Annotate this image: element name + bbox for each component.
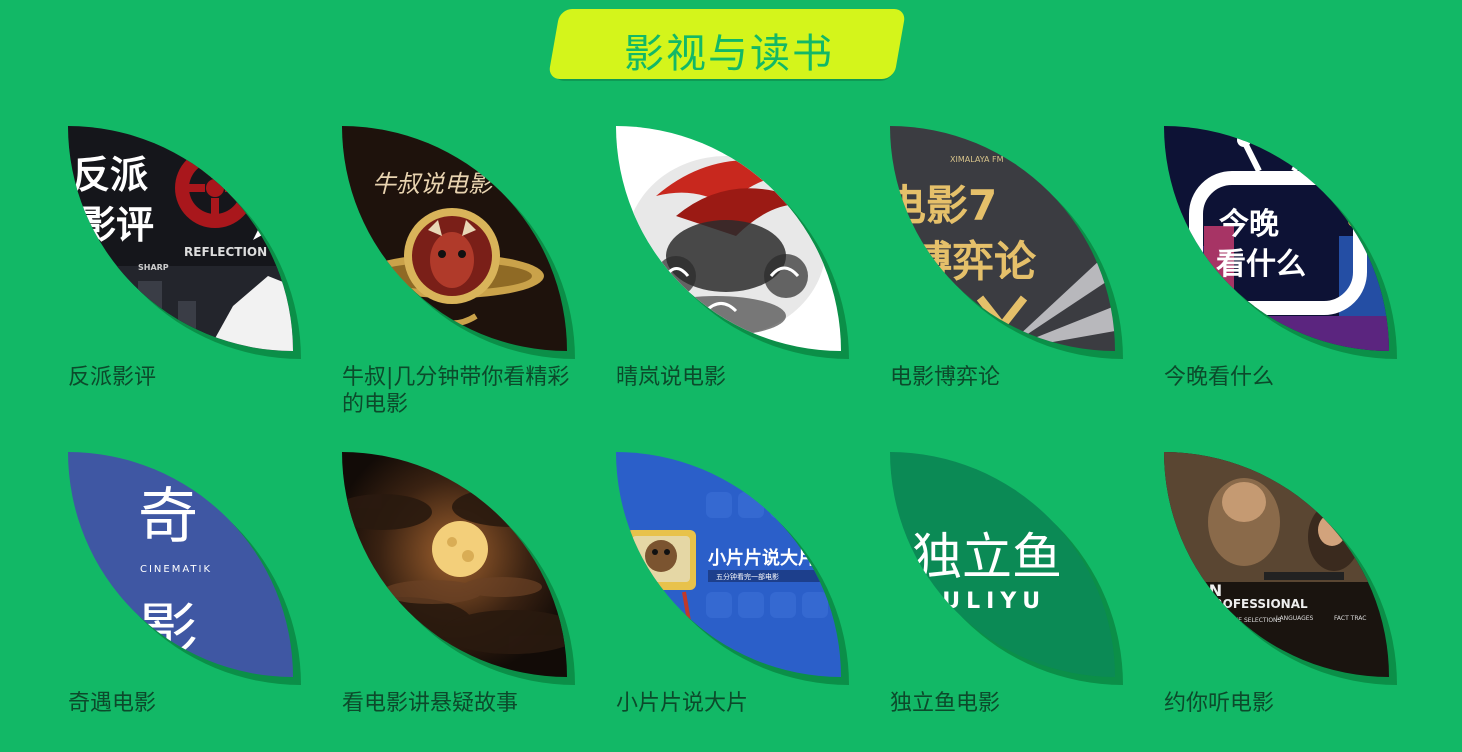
podcast-title[interactable]: 约你听电影	[1164, 690, 1394, 717]
cover-menu: PLAY MOVIE	[1184, 617, 1220, 624]
podcast-title[interactable]: 反派影评	[68, 364, 298, 391]
cover-text: 奇	[138, 484, 198, 550]
cover-text: 博弈论	[910, 237, 1037, 286]
podcast-cover[interactable]: XIMALAYA FM 电影7 博弈论 王牌自制	[890, 126, 1115, 351]
cover-text: LEON	[1174, 581, 1222, 600]
cover-brand: DULIYU	[918, 589, 1046, 614]
podcast-card-xiaopianpian[interactable]: 小片片说大片 五分钟看完一部电影 小片片说大片	[616, 452, 856, 752]
cover-brand: XIMALAYA FM	[950, 155, 1004, 164]
cover-text: 独立鱼	[912, 529, 1062, 585]
cover-art-duliyu: 独立鱼 DULIYU	[890, 452, 1115, 677]
podcast-card-jinwan[interactable]: 今晚 看什么 今晚看什么	[1164, 126, 1404, 426]
podcast-card-yueni[interactable]: LEON THE PROFESSIONAL PLAY MOVIE SCENE S…	[1164, 452, 1404, 752]
cover-art-yueni: LEON THE PROFESSIONAL PLAY MOVIE SCENE S…	[1164, 452, 1389, 677]
cover-sub: SHARP	[138, 263, 169, 272]
cover-text: 影评	[78, 203, 154, 247]
podcast-cover[interactable]	[342, 452, 567, 677]
section-title-text: 影视与读书	[624, 31, 834, 77]
podcast-cover[interactable]: 奇 CINEMATIK 影	[68, 452, 293, 677]
podcast-cover[interactable]: 今晚 看什么	[1164, 126, 1389, 351]
cover-text: 电影7	[890, 181, 997, 230]
cover-text: 小片片说大片	[708, 547, 816, 569]
cover-menu: LANGUAGES	[1276, 615, 1314, 622]
cover-text: 看什么	[1216, 247, 1306, 282]
podcast-title[interactable]: 奇遇电影	[68, 690, 298, 717]
cover-art-fanpai: 反派 影评 REFLECTION SHARP	[68, 126, 293, 351]
cover-menu: SCENE SELECTIONS	[1222, 617, 1282, 624]
podcast-card-qinglan[interactable]: 晴岚说电影	[616, 126, 856, 426]
podcast-title[interactable]: 看电影讲悬疑故事	[342, 690, 572, 717]
podcast-title[interactable]: 小片片说大片	[616, 690, 846, 717]
cover-brand: REFLECTION	[184, 245, 267, 259]
podcast-title[interactable]: 牛叔|几分钟带你看精彩的电影	[342, 364, 572, 418]
cover-brand: CINEMATIK	[140, 564, 212, 575]
podcast-card-duliyu[interactable]: 独立鱼 DULIYU 独立鱼电影	[890, 452, 1130, 752]
cover-text: 牛叔说电影	[372, 170, 495, 198]
podcast-card-xuanyi[interactable]: 看电影讲悬疑故事	[342, 452, 582, 752]
podcast-cover[interactable]	[616, 126, 841, 351]
cover-sub: 五分钟看完一部电影	[716, 572, 779, 581]
cover-text: 今晚	[1219, 207, 1279, 242]
cover-art-xuanyi	[342, 452, 567, 677]
podcast-card-niushu[interactable]: 牛叔说电影 牛叔|几分钟带你看精彩的电影	[342, 126, 582, 426]
cover-menu: FACT TRAC	[1334, 615, 1366, 622]
podcast-card-boyilun[interactable]: XIMALAYA FM 电影7 博弈论 王牌自制 电影博弈论	[890, 126, 1130, 426]
cover-text: 反派	[72, 153, 148, 197]
podcast-title[interactable]: 今晚看什么	[1164, 364, 1394, 391]
podcast-cover[interactable]: 独立鱼 DULIYU	[890, 452, 1115, 677]
podcast-card-qiyu[interactable]: 奇 CINEMATIK 影 奇遇电影	[68, 452, 308, 752]
cover-art-jinwan: 今晚 看什么	[1164, 126, 1389, 351]
podcast-title[interactable]: 晴岚说电影	[616, 364, 846, 391]
cover-art-xiaopianpian: 小片片说大片 五分钟看完一部电影	[616, 452, 841, 677]
cover-art-qinglan	[616, 126, 841, 351]
cover-art-boyilun: XIMALAYA FM 电影7 博弈论 王牌自制	[890, 126, 1115, 351]
podcast-cover[interactable]: 小片片说大片 五分钟看完一部电影	[616, 452, 841, 677]
cover-text: THE PROFESSIONAL	[1174, 597, 1308, 611]
podcast-cover[interactable]: 反派 影评 REFLECTION SHARP	[68, 126, 293, 351]
podcast-cover[interactable]: 牛叔说电影	[342, 126, 567, 351]
podcast-cover[interactable]: LEON THE PROFESSIONAL PLAY MOVIE SCENE S…	[1164, 452, 1389, 677]
cover-art-qiyu: 奇 CINEMATIK 影	[68, 452, 293, 677]
podcast-title[interactable]: 电影博弈论	[890, 364, 1120, 391]
cover-art-niushu: 牛叔说电影	[342, 126, 567, 351]
section-title: 影视与读书	[547, 9, 908, 89]
podcast-card-fanpai[interactable]: 反派 影评 REFLECTION SHARP 反派影评	[68, 126, 308, 426]
podcast-title[interactable]: 独立鱼电影	[890, 690, 1120, 717]
cover-badge: 王牌自制	[1056, 138, 1108, 190]
